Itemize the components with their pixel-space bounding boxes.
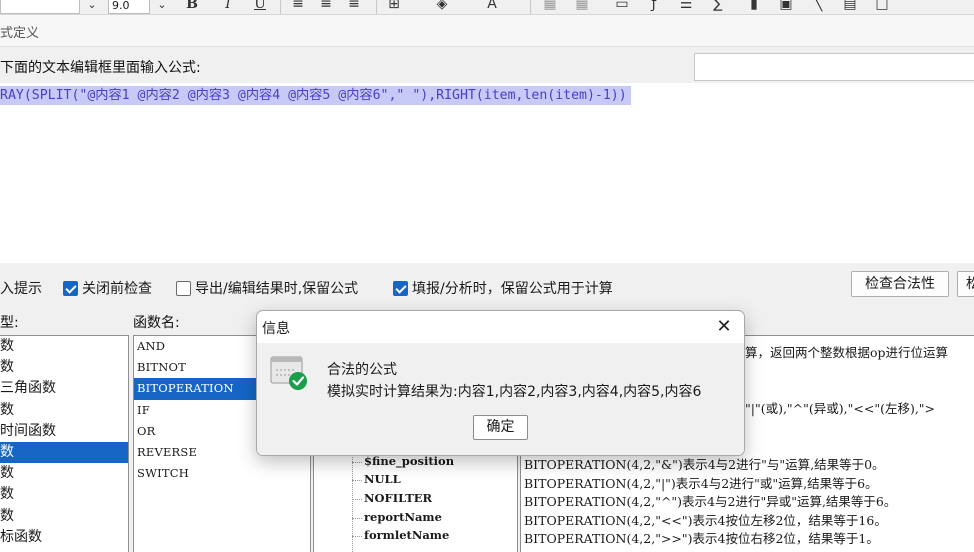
underline-button[interactable]: U [250, 0, 270, 13]
function-name-section-label: 函数名: [133, 315, 180, 331]
keep-formula-fill-checkbox[interactable] [393, 280, 408, 296]
category-item[interactable]: 数 [0, 484, 128, 505]
category-item[interactable]: 数 [0, 400, 128, 421]
image-icon[interactable]: ▣ [776, 0, 796, 13]
font-size-combo[interactable]: 9.0 [108, 0, 150, 14]
category-item[interactable]: 标函数 [0, 527, 128, 548]
tree-item[interactable]: formletName [364, 528, 449, 542]
slash-icon[interactable]: ╲ [808, 0, 828, 13]
dialog-body: 合法的公式 模拟实时计算结果为:内容1,内容2,内容3,内容4,内容5,内容6 … [257, 343, 744, 455]
check-before-close-label: 关闭前检查 [82, 281, 152, 297]
tree-item[interactable]: NULL [364, 472, 401, 486]
type-section-label: 型: [0, 315, 19, 331]
split-cells-icon[interactable]: ▦ [572, 0, 592, 13]
keep-formula-export-option[interactable]: 导出/编辑结果时,保留公式 [176, 278, 358, 298]
toolbar-divider [376, 0, 377, 14]
description-line: "|"(或),"^"(异或),"<<"(左移),"> [745, 401, 936, 416]
category-item[interactable]: 数 [0, 357, 128, 378]
keep-formula-export-checkbox[interactable] [176, 280, 191, 296]
insert-cell-icon[interactable]: ▭ [612, 0, 632, 13]
fill-color-icon[interactable]: ◈ [432, 0, 452, 13]
tree-connector-tick [352, 462, 362, 463]
category-item[interactable]: 时间函数 [0, 421, 128, 442]
description-example: BITOPERATION(4,2,"|")表示4与2进行"或"运算,结果等于6。 [524, 476, 878, 491]
frame-icon[interactable]: □ [872, 0, 892, 13]
options-row: 入提示 关闭前检查 导出/编辑结果时,保留公式 填报/分析时，保留公式用于计算 [0, 275, 974, 299]
editor-prompt-label: 下面的文本编辑框里面输入公式: [0, 60, 201, 76]
input-hint-option[interactable]: 入提示 [0, 278, 42, 298]
formula-icon[interactable]: ƒ [644, 0, 664, 13]
category-item[interactable]: 三角函数 [0, 378, 128, 399]
align-left-icon[interactable]: ≡ [288, 0, 308, 13]
close-icon[interactable]: ✕ [713, 317, 735, 337]
function-category-list[interactable]: 数 数 三角函数 数 时间函数 数 数 数 数 标函数 [0, 335, 129, 552]
dialog-title: 信息 [262, 321, 290, 337]
merge-cells-icon[interactable]: ▦ [540, 0, 560, 13]
category-item-selected[interactable]: 数 [0, 441, 128, 464]
toolbar-divider [530, 0, 531, 14]
border-icon[interactable]: ⊞ [384, 0, 404, 13]
window-title-bar: 式定义 [0, 15, 974, 47]
tree-connector-tick [352, 536, 362, 537]
formula-success-icon [270, 356, 307, 390]
keep-formula-fill-label: 填报/分析时，保留公式用于计算 [412, 281, 613, 297]
formula-name-input[interactable] [694, 53, 974, 81]
category-item[interactable]: 数 [0, 336, 128, 357]
formula-text[interactable]: RAY(SPLIT("@内容1 @内容2 @内容3 @内容4 @内容5 @内容6… [0, 86, 631, 105]
formula-editor[interactable]: RAY(SPLIT("@内容1 @内容2 @内容3 @内容4 @内容5 @内容6… [0, 83, 974, 263]
formula-editor-icon[interactable]: ∑ [708, 0, 728, 13]
tree-connector-tick [352, 518, 362, 519]
text-icon[interactable]: ☰ [676, 0, 696, 13]
document-icon[interactable]: ▤ [840, 0, 860, 13]
check-validity-button[interactable]: 检查合法性 [851, 271, 949, 297]
category-item[interactable]: 数 [0, 463, 128, 484]
function-item[interactable]: SWITCH [134, 463, 310, 484]
font-color-icon[interactable]: A [482, 0, 502, 13]
bold-button[interactable]: B [182, 0, 202, 13]
check-before-close-checkbox[interactable] [63, 280, 78, 296]
tree-item[interactable]: reportName [364, 510, 442, 524]
dialog-message-title: 合法的公式 [327, 362, 397, 378]
description-line: 算，返回两个整数根据op进行位运算 [745, 345, 949, 360]
formula-definition-panel: 下面的文本编辑框里面输入公式: RAY(SPLIT("@内容1 @内容2 @内容… [0, 47, 974, 552]
italic-button[interactable]: I [218, 0, 238, 13]
keep-formula-export-label: 导出/编辑结果时,保留公式 [195, 281, 359, 297]
font-dropdown-chevron-icon[interactable]: ⌄ [82, 0, 102, 14]
ok-button[interactable]: 确定 [473, 415, 528, 440]
tree-connector-tick [352, 499, 362, 500]
description-example: BITOPERATION(4,2,"<<")表示4按位左移2位，结果等于16。 [524, 513, 887, 528]
next-action-button[interactable]: 松 [957, 271, 974, 297]
format-toolbar: ⌄ 9.0 ⌄ B I U ≡ ≡ ≡ ⊞ ◈ A ▦ ▦ ▭ ƒ ☰ ∑ ▮ … [0, 0, 974, 15]
dialog-message-result: 模拟实时计算结果为:内容1,内容2,内容3,内容4,内容5,内容6 [327, 384, 702, 400]
toolbar-divider [280, 0, 281, 14]
category-item[interactable]: 数 [0, 506, 128, 527]
tree-item[interactable]: NOFILTER [364, 491, 432, 505]
tree-item[interactable]: $fine_position [364, 454, 454, 468]
description-example: BITOPERATION(4,2,"&")表示4与2进行"与"运算,结果等于0。 [524, 457, 885, 472]
description-example: BITOPERATION(4,2,"^")表示4与2进行"异或"运算,结果等于6… [524, 494, 897, 509]
check-before-close-option[interactable]: 关闭前检查 [63, 278, 152, 298]
font-name-combo[interactable] [0, 0, 80, 14]
description-example: BITOPERATION(4,2,">>")表示4按位右移2位，结果等于1。 [524, 531, 879, 546]
tree-connector-tick [352, 480, 362, 481]
align-center-icon[interactable]: ≡ [316, 0, 336, 13]
keep-formula-fill-option[interactable]: 填报/分析时，保留公式用于计算 [393, 278, 613, 298]
size-dropdown-chevron-icon[interactable]: ⌄ [152, 0, 172, 14]
window-title: 式定义 [0, 26, 40, 41]
info-dialog: 信息 ✕ 合法的公式 模拟实时计算结果为:内容1,内容2,内容3,内容4,内容5… [256, 310, 745, 456]
chart-icon[interactable]: ▮ [744, 0, 764, 13]
align-right-icon[interactable]: ≡ [344, 0, 364, 13]
